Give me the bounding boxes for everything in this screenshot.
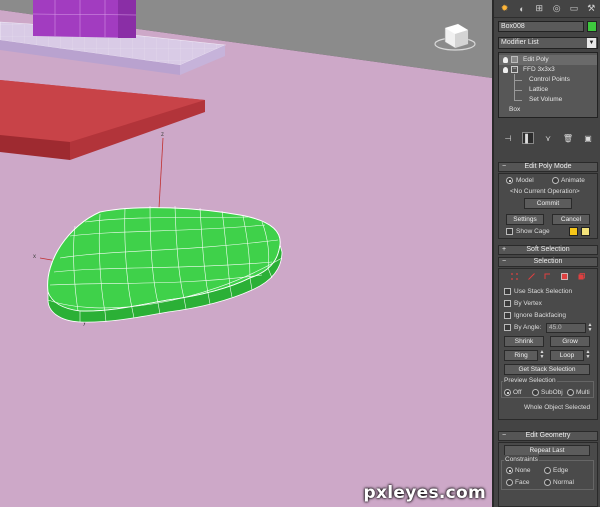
constraint-edge-label: Edge bbox=[553, 467, 569, 474]
command-panel: ✹ ◐ ⊞ ◎ ▭ ⚒ Box008 Modifier List ▼ Edit … bbox=[492, 0, 600, 507]
modifier-list-label: Modifier List bbox=[501, 39, 539, 46]
stack-item-lattice[interactable]: Lattice bbox=[499, 85, 597, 95]
loop-button[interactable]: Loop bbox=[550, 350, 584, 361]
constraint-none-label: None bbox=[515, 467, 531, 474]
by-angle-spinner-field[interactable]: 45.0 bbox=[546, 323, 586, 333]
create-tab-icon[interactable]: ✹ bbox=[498, 2, 512, 16]
cancel-button[interactable]: Cancel bbox=[552, 214, 590, 225]
configure-sets-icon[interactable]: ▣ bbox=[582, 132, 594, 144]
preview-off-radio[interactable] bbox=[504, 389, 511, 396]
preview-multi-radio[interactable] bbox=[567, 389, 574, 396]
by-angle-checkbox[interactable] bbox=[504, 324, 511, 331]
grow-button[interactable]: Grow bbox=[550, 336, 590, 347]
cage-color-swatch-1[interactable] bbox=[569, 227, 578, 236]
use-stack-selection-label: Use Stack Selection bbox=[514, 288, 573, 295]
get-stack-selection-button[interactable]: Get Stack Selection bbox=[504, 364, 590, 375]
stack-item-control-points[interactable]: Control Points bbox=[499, 75, 597, 85]
constraint-normal-label: Normal bbox=[553, 479, 574, 486]
rollout-soft-selection-header[interactable]: + Soft Selection bbox=[498, 245, 598, 255]
ring-spinner-icon[interactable]: ▲ ▼ bbox=[539, 350, 545, 360]
gizmo-x-label: x bbox=[33, 254, 36, 260]
show-end-result-icon[interactable]: ▌ bbox=[522, 132, 534, 144]
lightbulb-icon[interactable] bbox=[503, 57, 508, 63]
expand-minus-icon[interactable]: − bbox=[511, 66, 518, 73]
spinner-arrows-icon[interactable]: ▲ ▼ bbox=[587, 323, 593, 333]
purple-box bbox=[32, 0, 137, 38]
lightbulb-icon[interactable] bbox=[503, 67, 508, 73]
selection-status-text: Whole Object Selected bbox=[524, 404, 591, 411]
shrink-button[interactable]: Shrink bbox=[504, 336, 544, 347]
model-label: Model bbox=[516, 177, 534, 184]
rollout-edit-geometry-header[interactable]: − Edit Geometry bbox=[498, 431, 598, 441]
show-cage-label: Show Cage bbox=[516, 228, 550, 235]
settings-button[interactable]: Settings bbox=[506, 214, 544, 225]
use-stack-selection-checkbox[interactable] bbox=[504, 288, 511, 295]
ring-button[interactable]: Ring bbox=[504, 350, 538, 361]
animate-label: Animate bbox=[561, 177, 585, 184]
by-angle-label: By Angle: bbox=[514, 324, 542, 331]
utilities-tab-icon[interactable]: ⚒ bbox=[584, 2, 598, 16]
modifier-stack[interactable]: Edit Poly − FFD 3x3x3 Control Points Lat… bbox=[498, 52, 598, 118]
show-cage-checkbox[interactable] bbox=[506, 228, 513, 235]
subobject-level-icons bbox=[506, 271, 590, 281]
rollout-edit-poly-mode-header[interactable]: − Edit Poly Mode bbox=[498, 162, 598, 172]
hierarchy-tab-icon[interactable]: ⊞ bbox=[532, 2, 546, 16]
animate-radio[interactable] bbox=[552, 177, 559, 184]
preview-off-label: Off bbox=[513, 389, 522, 396]
by-vertex-checkbox[interactable] bbox=[504, 300, 511, 307]
cage-color-swatch-2[interactable] bbox=[581, 227, 590, 236]
object-color-swatch[interactable] bbox=[587, 21, 597, 32]
preview-subobj-radio[interactable] bbox=[532, 389, 539, 396]
constraint-normal-radio[interactable] bbox=[544, 479, 551, 486]
make-unique-icon[interactable]: ⋎ bbox=[542, 132, 554, 144]
model-radio[interactable] bbox=[506, 177, 513, 184]
polygon-mode-icon[interactable] bbox=[561, 272, 569, 280]
commit-button[interactable]: Commit bbox=[524, 198, 572, 209]
watermark-text: pxleyes.com bbox=[363, 483, 486, 503]
modifier-color-icon bbox=[511, 56, 518, 63]
perspective-viewport[interactable]: z x y pxleyes.com bbox=[0, 0, 492, 507]
rollout-selection-header[interactable]: − Selection bbox=[498, 257, 598, 267]
gizmo-z-label: z bbox=[161, 132, 164, 138]
motion-tab-icon[interactable]: ◎ bbox=[550, 2, 564, 16]
edge-mode-icon[interactable] bbox=[527, 272, 535, 280]
constraint-face-radio[interactable] bbox=[506, 479, 513, 486]
constraints-label: Constraints bbox=[504, 455, 539, 464]
constraint-none-radio[interactable] bbox=[506, 467, 513, 474]
element-mode-icon[interactable] bbox=[578, 272, 585, 280]
preview-selection-label: Preview Selection bbox=[503, 376, 557, 385]
preview-multi-label: Multi bbox=[576, 389, 590, 396]
stack-toolbar: ⊣ ▌ ⋎ 🗑 ▣ bbox=[498, 131, 598, 145]
preview-subobj-label: SubObj bbox=[541, 389, 563, 396]
pin-stack-icon[interactable]: ⊣ bbox=[502, 132, 514, 144]
constraint-face-label: Face bbox=[515, 479, 530, 486]
modify-tab-icon[interactable]: ◐ bbox=[515, 2, 529, 16]
display-tab-icon[interactable]: ▭ bbox=[567, 2, 581, 16]
ignore-backfacing-label: Ignore Backfacing bbox=[514, 312, 567, 319]
object-name-field[interactable]: Box008 bbox=[498, 21, 584, 32]
remove-modifier-icon[interactable]: 🗑 bbox=[562, 132, 574, 144]
border-mode-icon[interactable] bbox=[544, 273, 551, 280]
current-operation-text: <No Current Operation> bbox=[510, 188, 580, 195]
command-panel-tabs: ✹ ◐ ⊞ ◎ ▭ ⚒ bbox=[494, 0, 600, 18]
chevron-down-icon[interactable]: ▼ bbox=[587, 38, 596, 48]
stack-item-edit-poly[interactable]: Edit Poly bbox=[499, 55, 597, 65]
vertex-mode-icon[interactable] bbox=[510, 272, 518, 280]
by-vertex-label: By Vertex bbox=[514, 300, 542, 307]
ignore-backfacing-checkbox[interactable] bbox=[504, 312, 511, 319]
loop-spinner-icon[interactable]: ▲ ▼ bbox=[585, 350, 591, 360]
viewport-scene[interactable]: z x y bbox=[0, 0, 492, 507]
constraint-edge-radio[interactable] bbox=[544, 467, 551, 474]
modifier-list-dropdown[interactable]: Modifier List ▼ bbox=[498, 37, 598, 49]
stack-item-set-volume[interactable]: Set Volume bbox=[499, 95, 597, 105]
stack-item-box[interactable]: Box bbox=[499, 105, 597, 115]
